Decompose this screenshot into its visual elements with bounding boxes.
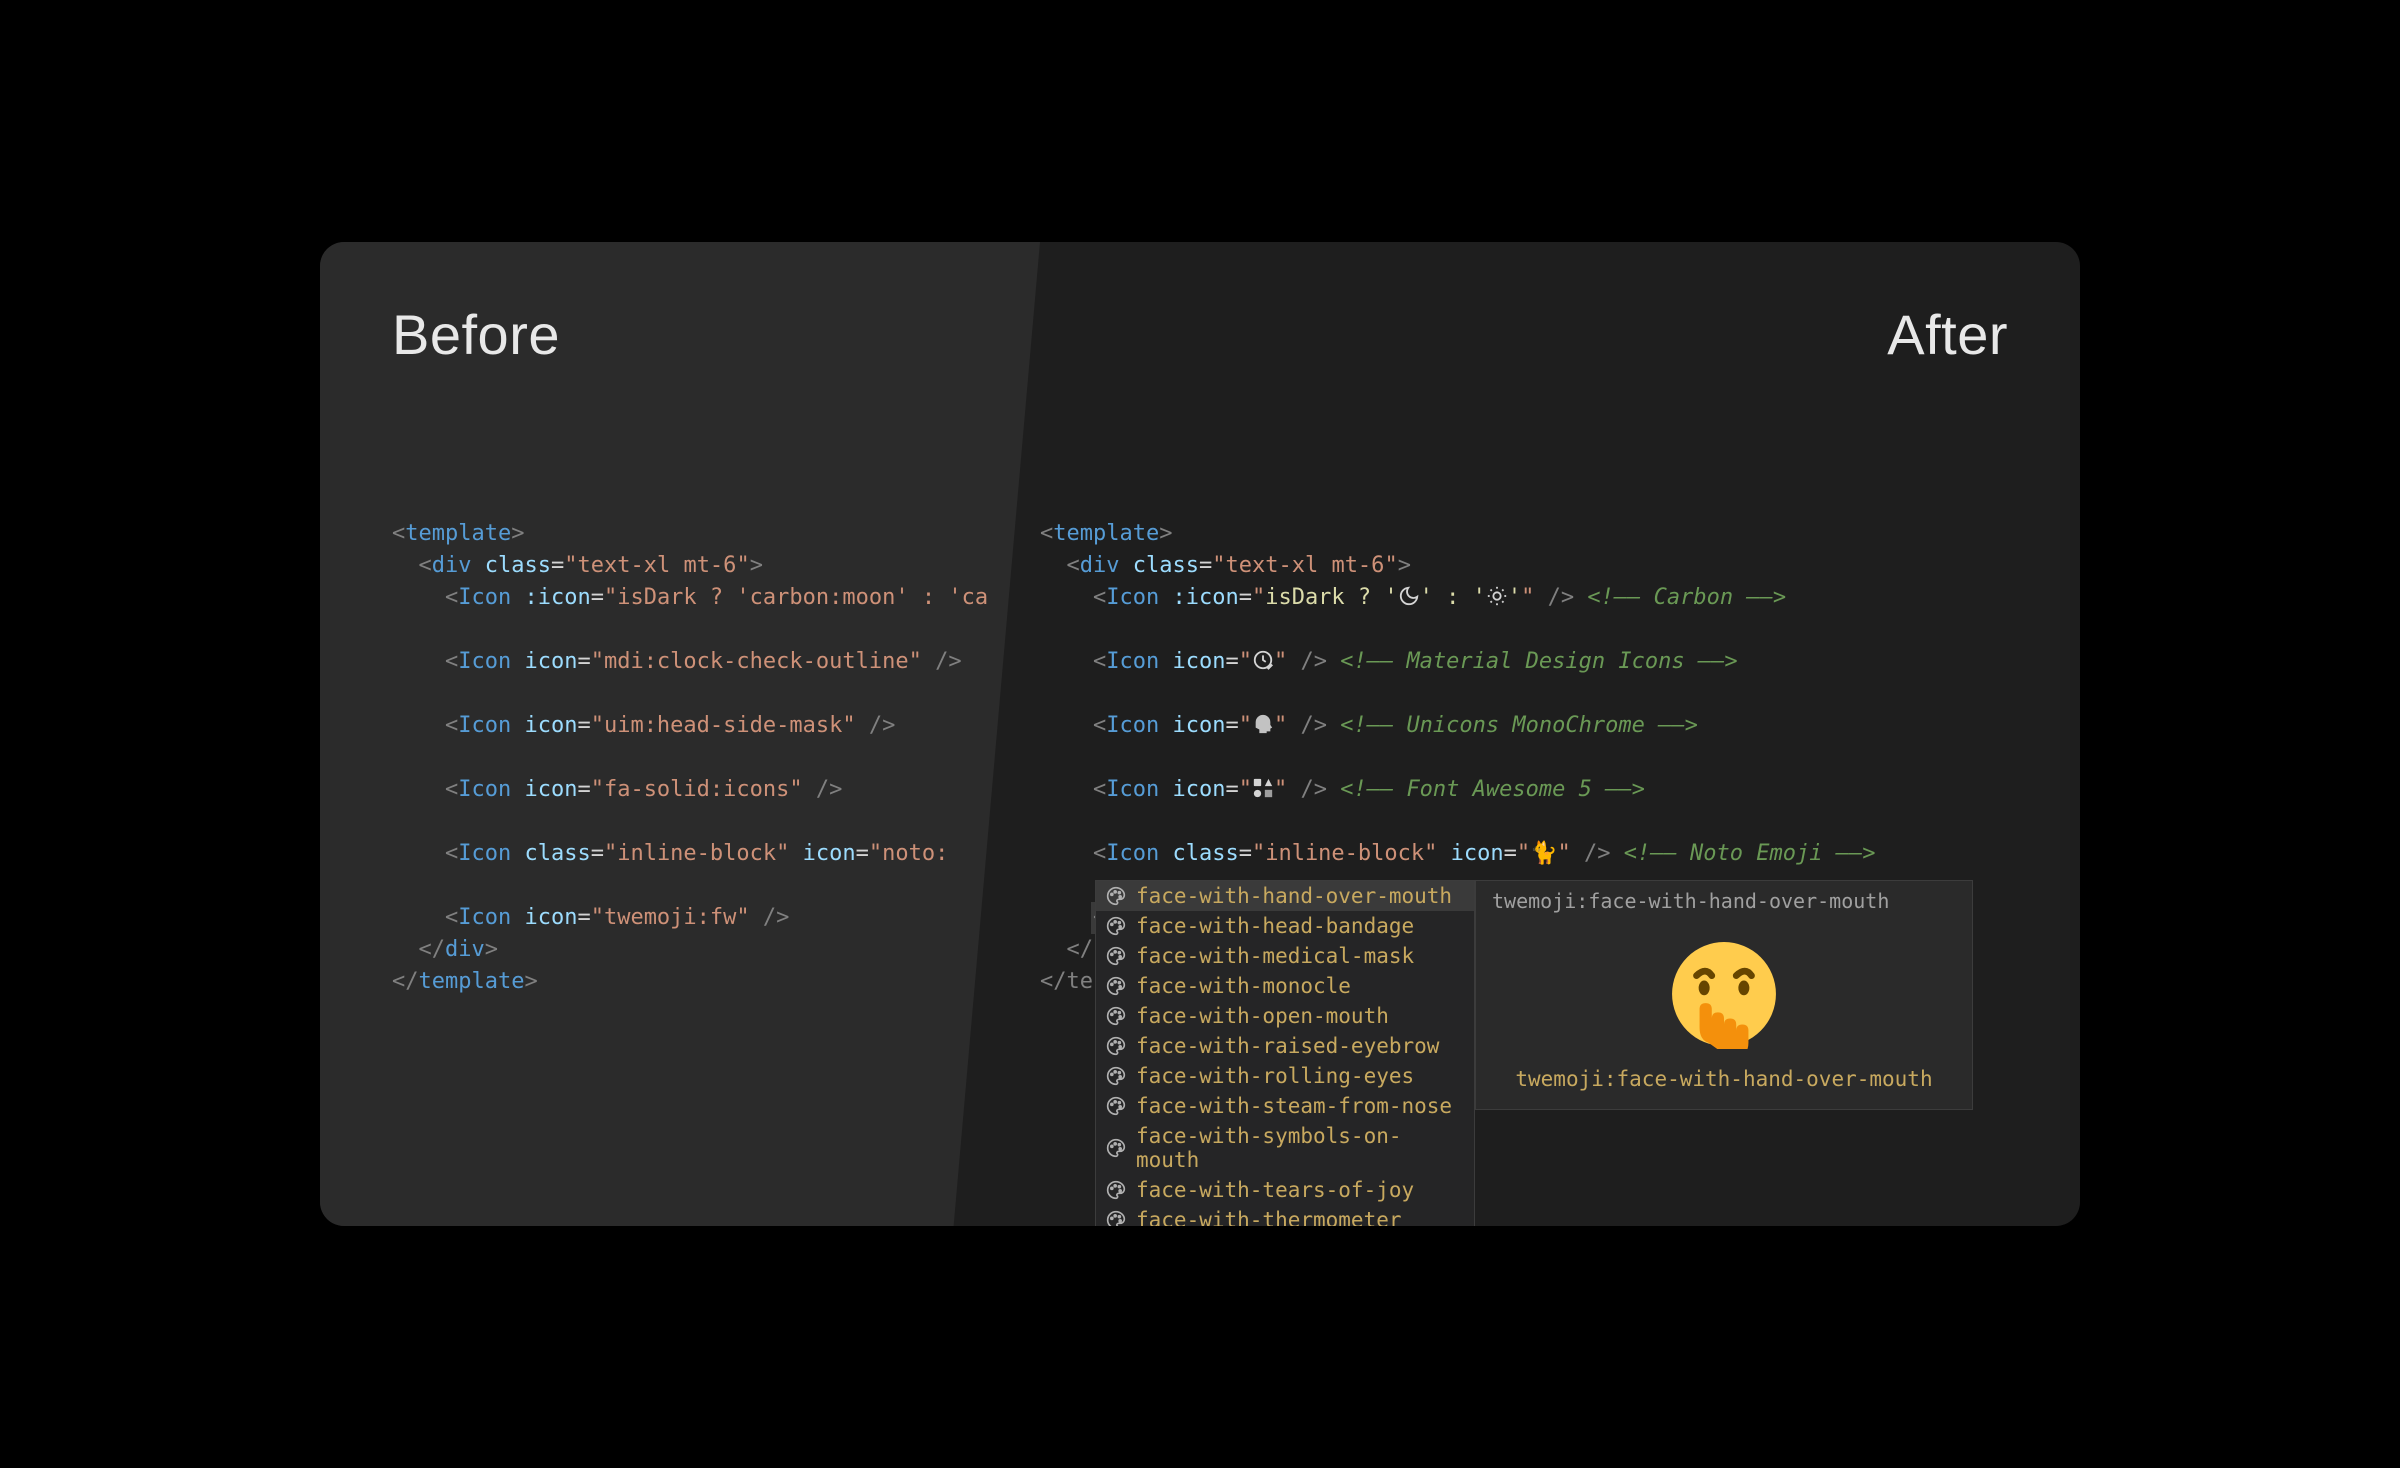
palette-icon [1106, 976, 1126, 996]
tag-template: template [405, 521, 511, 546]
val-icon2: mdi:clock-check-outline [604, 649, 909, 674]
face-with-hand-over-mouth-icon [1669, 939, 1779, 1049]
autocomplete-popup[interactable]: face-with-hand-over-mouth face-with-head-… [1095, 880, 1475, 1226]
sun-icon [1486, 585, 1508, 607]
val-icon5-class: inline-block [617, 841, 776, 866]
autocomplete-item[interactable]: face-with-rolling-eyes [1096, 1061, 1474, 1091]
expr-suffix: ' [1508, 585, 1521, 610]
val-icon6: twemoji:fw [604, 905, 736, 930]
fa-icons-icon [1252, 777, 1274, 799]
autocomplete-item-label: face-with-symbols-on-mouth [1136, 1124, 1464, 1172]
label-before: Before [392, 302, 560, 367]
palette-icon [1106, 916, 1126, 936]
preview-emoji [1476, 921, 1972, 1059]
val-icon3: uim:head-side-mask [604, 713, 842, 738]
autocomplete-item-label: face-with-thermometer [1136, 1208, 1402, 1226]
icon-preview-popup: twemoji:face-with-hand-over-mouth twemoj… [1475, 880, 1973, 1110]
autocomplete-item[interactable]: face-with-medical-mask [1096, 941, 1474, 971]
comparison-panel: Before After <template> <div class="text… [320, 242, 2080, 1226]
preview-header: twemoji:face-with-hand-over-mouth [1476, 881, 1972, 921]
attr-icon-bind: :icon [524, 585, 590, 610]
autocomplete-item-label: face-with-monocle [1136, 974, 1351, 998]
autocomplete-item-label: face-with-tears-of-joy [1136, 1178, 1414, 1202]
autocomplete-item[interactable]: face-with-symbols-on-mouth [1096, 1121, 1474, 1175]
expr-mid: ' : ' [1420, 585, 1486, 610]
val-icon1: isDark ? 'carbon:moon' : 'ca [617, 585, 988, 610]
moon-icon [1398, 585, 1420, 607]
attr-div-class: text-xl mt-6 [577, 553, 736, 578]
preview-label: twemoji:face-with-hand-over-mouth [1476, 1059, 1972, 1091]
autocomplete-item-label: face-with-steam-from-nose [1136, 1094, 1452, 1118]
cat-emoji-icon: 🐈 [1530, 841, 1557, 866]
comment-noto: Noto Emoji [1690, 841, 1822, 866]
code-before: <template> <div class="text-xl mt-6"> <I… [392, 486, 988, 998]
palette-icon [1106, 1096, 1126, 1116]
val-icon4: fa-solid:icons [604, 777, 789, 802]
clock-check-icon [1252, 649, 1274, 671]
autocomplete-item-label: face-with-rolling-eyes [1136, 1064, 1414, 1088]
palette-icon [1106, 1180, 1126, 1200]
autocomplete-item[interactable]: face-with-monocle [1096, 971, 1474, 1001]
attr-div-class-after: text-xl mt-6 [1225, 553, 1384, 578]
autocomplete-item[interactable]: face-with-head-bandage [1096, 911, 1474, 941]
icon5-class-after: inline-block [1265, 841, 1424, 866]
comment-mdi: Material Design Icons [1406, 649, 1684, 674]
autocomplete-item[interactable]: face-with-tears-of-joy [1096, 1175, 1474, 1205]
autocomplete-item-label: face-with-hand-over-mouth [1136, 884, 1452, 908]
palette-icon [1106, 1066, 1126, 1086]
autocomplete-item-label: face-with-raised-eyebrow [1136, 1034, 1439, 1058]
autocomplete-item-label: face-with-head-bandage [1136, 914, 1414, 938]
palette-icon [1106, 946, 1126, 966]
val-icon5: noto: [882, 841, 948, 866]
comment-uim: Unicons MonoChrome [1406, 713, 1644, 738]
expr-prefix: isDark ? ' [1265, 585, 1397, 610]
label-after: After [1887, 302, 2008, 367]
palette-icon [1106, 1036, 1126, 1056]
close-div-partial: </ [1067, 937, 1094, 962]
autocomplete-item[interactable]: face-with-open-mouth [1096, 1001, 1474, 1031]
comment-carbon: Carbon [1654, 585, 1733, 610]
palette-icon [1106, 886, 1126, 906]
autocomplete-item[interactable]: face-with-thermometer [1096, 1205, 1474, 1226]
autocomplete-item[interactable]: face-with-steam-from-nose [1096, 1091, 1474, 1121]
autocomplete-item[interactable]: face-with-hand-over-mouth [1096, 881, 1474, 911]
palette-icon [1106, 1006, 1126, 1026]
palette-icon [1106, 1210, 1126, 1226]
close-tpl-partial: </te [1040, 969, 1093, 994]
autocomplete-item-label: face-with-open-mouth [1136, 1004, 1389, 1028]
autocomplete-item-label: face-with-medical-mask [1136, 944, 1414, 968]
head-side-mask-icon [1252, 713, 1274, 735]
autocomplete-item[interactable]: face-with-raised-eyebrow [1096, 1031, 1474, 1061]
comment-fa: Font Awesome 5 [1406, 777, 1591, 802]
palette-icon [1106, 1138, 1126, 1158]
